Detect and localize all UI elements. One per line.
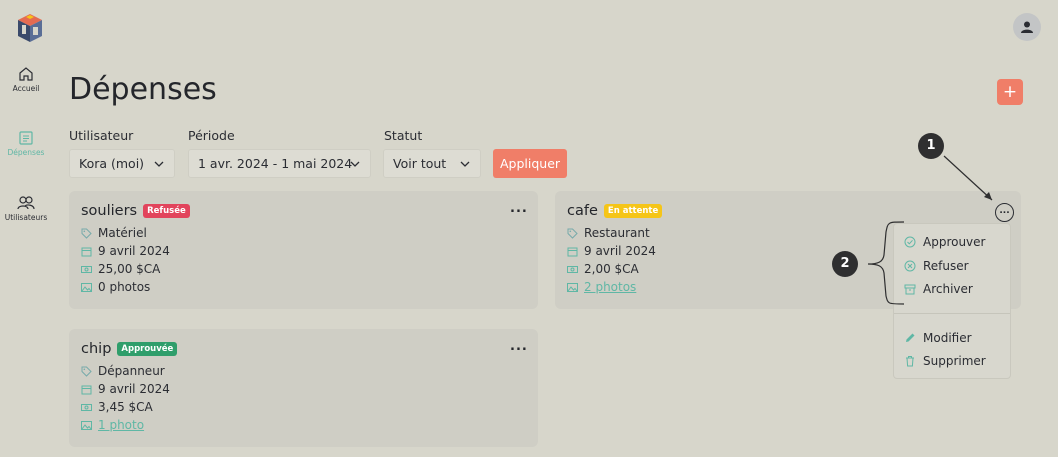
callout-overlay (867, 155, 993, 305)
callout-number: 2 (832, 251, 858, 277)
callout-bracket (867, 221, 905, 305)
callout-number: 1 (918, 133, 944, 159)
callout-arrow (943, 155, 993, 201)
